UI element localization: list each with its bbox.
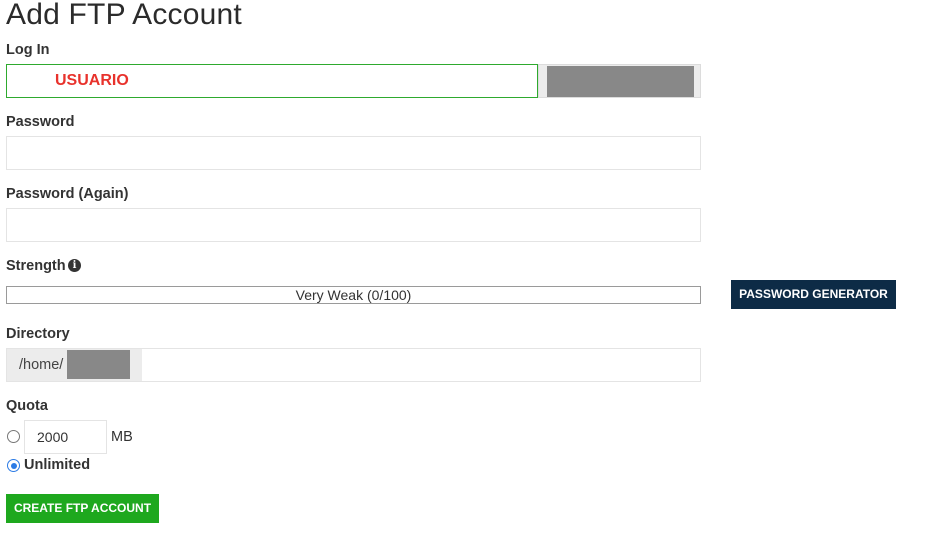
redacted-username <box>67 350 130 379</box>
password-generator-button[interactable]: PASSWORD GENERATOR <box>731 280 896 309</box>
quota-limited-radio[interactable] <box>7 430 20 443</box>
password-input[interactable] <box>6 136 701 170</box>
page-title: Add FTP Account <box>6 0 242 31</box>
directory-input[interactable]: /home/ <box>6 348 701 382</box>
create-ftp-account-button[interactable]: CREATE FTP ACCOUNT <box>6 494 159 523</box>
password-again-label: Password (Again) <box>6 186 129 202</box>
domain-select[interactable] <box>538 64 701 98</box>
password-again-input[interactable] <box>6 208 701 242</box>
directory-label: Directory <box>6 326 70 342</box>
password-label: Password <box>6 114 75 130</box>
quota-unit: MB <box>111 429 133 445</box>
redacted-domain <box>547 66 694 97</box>
login-input[interactable]: USUARIO <box>6 64 538 98</box>
strength-text: Very Weak (0/100) <box>295 287 412 303</box>
login-label: Log In <box>6 42 50 58</box>
strength-label: Strength <box>6 258 66 274</box>
quota-unlimited-label[interactable]: Unlimited <box>24 457 90 473</box>
quota-unlimited-radio[interactable] <box>7 459 20 472</box>
strength-meter: Very Weak (0/100) <box>6 286 701 304</box>
info-circle-icon[interactable]: i <box>68 259 81 272</box>
directory-prefix: /home/ <box>7 349 142 381</box>
directory-prefix-text: /home/ <box>19 357 64 373</box>
quota-label: Quota <box>6 398 48 414</box>
quota-input[interactable]: 2000 <box>24 420 107 454</box>
